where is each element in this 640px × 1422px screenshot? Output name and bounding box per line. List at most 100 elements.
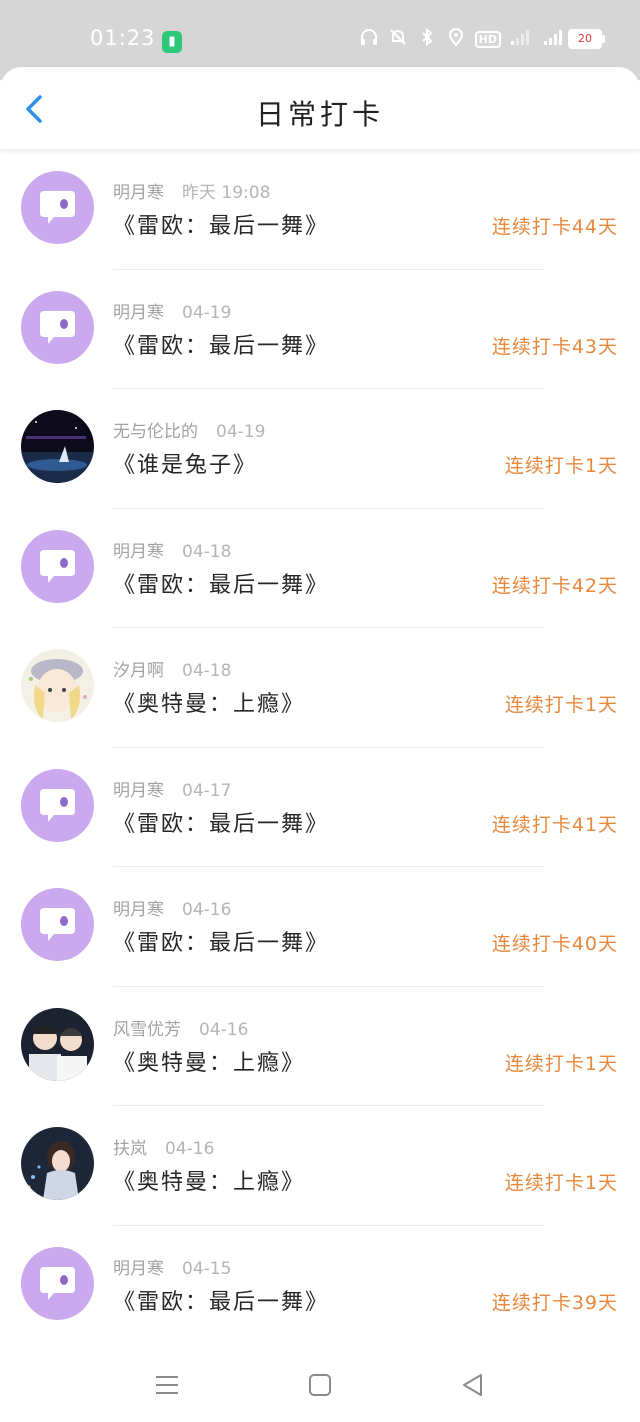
user-name[interactable]: 无与伦比的: [113, 422, 198, 442]
user-name[interactable]: 风雪优芳: [113, 1020, 181, 1040]
status-time: 01:23: [90, 26, 156, 50]
status-icons: HD 20: [359, 28, 605, 50]
entry-date: 04-15: [182, 1258, 232, 1279]
entry-meta: 明月寒 04-15: [113, 1254, 231, 1279]
entry-date: 04-19: [216, 422, 266, 442]
anime-girl-avatar-icon: [21, 649, 94, 722]
entry-meta: 明月寒 04-18: [113, 537, 231, 562]
menu-button[interactable]: [150, 1368, 184, 1402]
list-item[interactable]: 扶岚 04-16 《奥特曼：上瘾》 连续打卡1天: [0, 1106, 640, 1226]
signal-1-icon: [510, 28, 530, 50]
chat-bubble-avatar-icon: [21, 888, 94, 961]
two-boys-avatar-icon: [21, 1007, 94, 1081]
streak-label: 连续打卡1天: [504, 1172, 618, 1194]
entry-meta: 汐月啊 04-18: [113, 656, 231, 681]
avatar: [21, 410, 94, 483]
list-item[interactable]: 风雪优芳 04-16 《奥特曼：上瘾》 连续打卡1天: [0, 987, 640, 1106]
user-name[interactable]: 明月寒: [113, 1259, 164, 1279]
user-name[interactable]: 扶岚: [113, 1139, 147, 1159]
entry-date: 昨天 19:08: [182, 183, 271, 203]
avatar: [21, 1246, 94, 1320]
avatar: [21, 171, 94, 244]
avatar: [21, 290, 94, 364]
avatar: [21, 649, 94, 722]
entry-date: 04-16: [199, 1019, 249, 1040]
hd-icon: HD: [474, 30, 501, 48]
entry-meta: 无与伦比的 04-19: [113, 417, 265, 442]
menu-icon: [156, 1376, 178, 1394]
checkin-list: 明月寒 昨天 19:08 《雷欧：最后一舞》 连续打卡44天 明月寒 04-19 《…: [0, 150, 640, 1345]
book-title[interactable]: 《奥特曼：上瘾》: [113, 1164, 305, 1196]
avatar: [21, 1007, 94, 1081]
chat-bubble-avatar-icon: [21, 290, 94, 364]
chat-bubble-avatar-icon: [21, 1246, 94, 1320]
user-name[interactable]: 明月寒: [113, 303, 164, 323]
bluetooth-icon: [417, 28, 437, 50]
book-title[interactable]: 《雷欧：最后一舞》: [113, 328, 329, 360]
streak-label: 连续打卡44天: [491, 216, 618, 238]
battery-icon: 20: [568, 29, 605, 49]
list-item[interactable]: 明月寒 04-15 《雷欧：最后一舞》 连续打卡39天: [0, 1226, 640, 1345]
list-item[interactable]: 明月寒 04-19 《雷欧：最后一舞》 连续打卡43天: [0, 270, 640, 389]
user-name[interactable]: 汐月啊: [113, 661, 164, 681]
list-item[interactable]: 明月寒 04-17 《雷欧：最后一舞》 连续打卡41天: [0, 748, 640, 867]
entry-meta: 明月寒 04-19: [113, 298, 231, 323]
entry-date: 04-18: [182, 541, 232, 562]
list-item[interactable]: 明月寒 昨天 19:08 《雷欧：最后一舞》 连续打卡44天: [0, 150, 640, 270]
system-back-button[interactable]: [456, 1368, 490, 1402]
book-title[interactable]: 《雷欧：最后一舞》: [113, 1284, 329, 1316]
list-item[interactable]: 明月寒 04-18 《雷欧：最后一舞》 连续打卡42天: [0, 509, 640, 628]
avatar: [21, 888, 94, 961]
location-icon: [446, 28, 466, 50]
entry-date: 04-19: [182, 302, 232, 323]
back-triangle-icon: [463, 1374, 482, 1396]
chat-bubble-avatar-icon: [21, 171, 94, 244]
anime-dark-avatar-icon: [21, 1127, 94, 1200]
chat-bubble-avatar-icon: [21, 768, 94, 842]
page-title: 日常打卡: [255, 98, 384, 131]
mute-bell-icon: [388, 28, 408, 50]
book-title[interactable]: 《奥特曼：上瘾》: [113, 686, 305, 718]
user-name[interactable]: 明月寒: [113, 900, 164, 920]
avatar: [21, 768, 94, 842]
streak-label: 连续打卡41天: [491, 813, 618, 836]
streak-label: 连续打卡1天: [504, 694, 618, 716]
night-scene-avatar-icon: [21, 410, 94, 483]
user-name[interactable]: 明月寒: [113, 183, 164, 203]
streak-label: 连续打卡1天: [504, 455, 618, 477]
book-title[interactable]: 《奥特曼：上瘾》: [113, 1045, 305, 1077]
home-button[interactable]: [303, 1368, 337, 1402]
book-title[interactable]: 《雷欧：最后一舞》: [113, 806, 329, 838]
entry-meta: 明月寒 04-16: [113, 895, 231, 920]
book-title[interactable]: 《雷欧：最后一舞》: [113, 925, 329, 957]
entry-meta: 风雪优芳 04-16: [113, 1015, 248, 1040]
entry-date: 04-18: [182, 661, 232, 681]
streak-label: 连续打卡1天: [504, 1052, 618, 1075]
list-item[interactable]: 无与伦比的 04-19 《谁是兔子》 连续打卡1天: [0, 389, 640, 509]
user-name[interactable]: 明月寒: [113, 781, 164, 801]
chat-bubble-avatar-icon: [21, 529, 94, 603]
entry-date: 04-16: [182, 900, 232, 920]
streak-label: 连续打卡39天: [491, 1291, 618, 1314]
system-nav-bar: [0, 1344, 640, 1422]
entry-meta: 明月寒 昨天 19:08: [113, 178, 270, 203]
streak-label: 连续打卡42天: [491, 574, 618, 597]
book-title[interactable]: 《雷欧：最后一舞》: [113, 208, 329, 240]
entry-meta: 明月寒 04-17: [113, 776, 231, 801]
entry-date: 04-16: [165, 1139, 215, 1159]
home-square-icon: [309, 1374, 331, 1396]
app-header: 日常打卡: [0, 67, 640, 149]
avatar: [21, 1127, 94, 1200]
streak-label: 连续打卡43天: [491, 335, 618, 358]
user-name[interactable]: 明月寒: [113, 542, 164, 562]
charging-icon: ▮: [162, 31, 182, 53]
book-title[interactable]: 《谁是兔子》: [113, 447, 257, 479]
list-item[interactable]: 明月寒 04-16 《雷欧：最后一舞》 连续打卡40天: [0, 867, 640, 987]
signal-5g-icon: [539, 28, 562, 50]
avatar: [21, 529, 94, 603]
headphones-icon: [359, 28, 379, 50]
list-item[interactable]: 汐月啊 04-18 《奥特曼：上瘾》 连续打卡1天: [0, 628, 640, 748]
streak-label: 连续打卡40天: [491, 933, 618, 955]
book-title[interactable]: 《雷欧：最后一舞》: [113, 567, 329, 599]
entry-meta: 扶岚 04-16: [113, 1134, 214, 1159]
